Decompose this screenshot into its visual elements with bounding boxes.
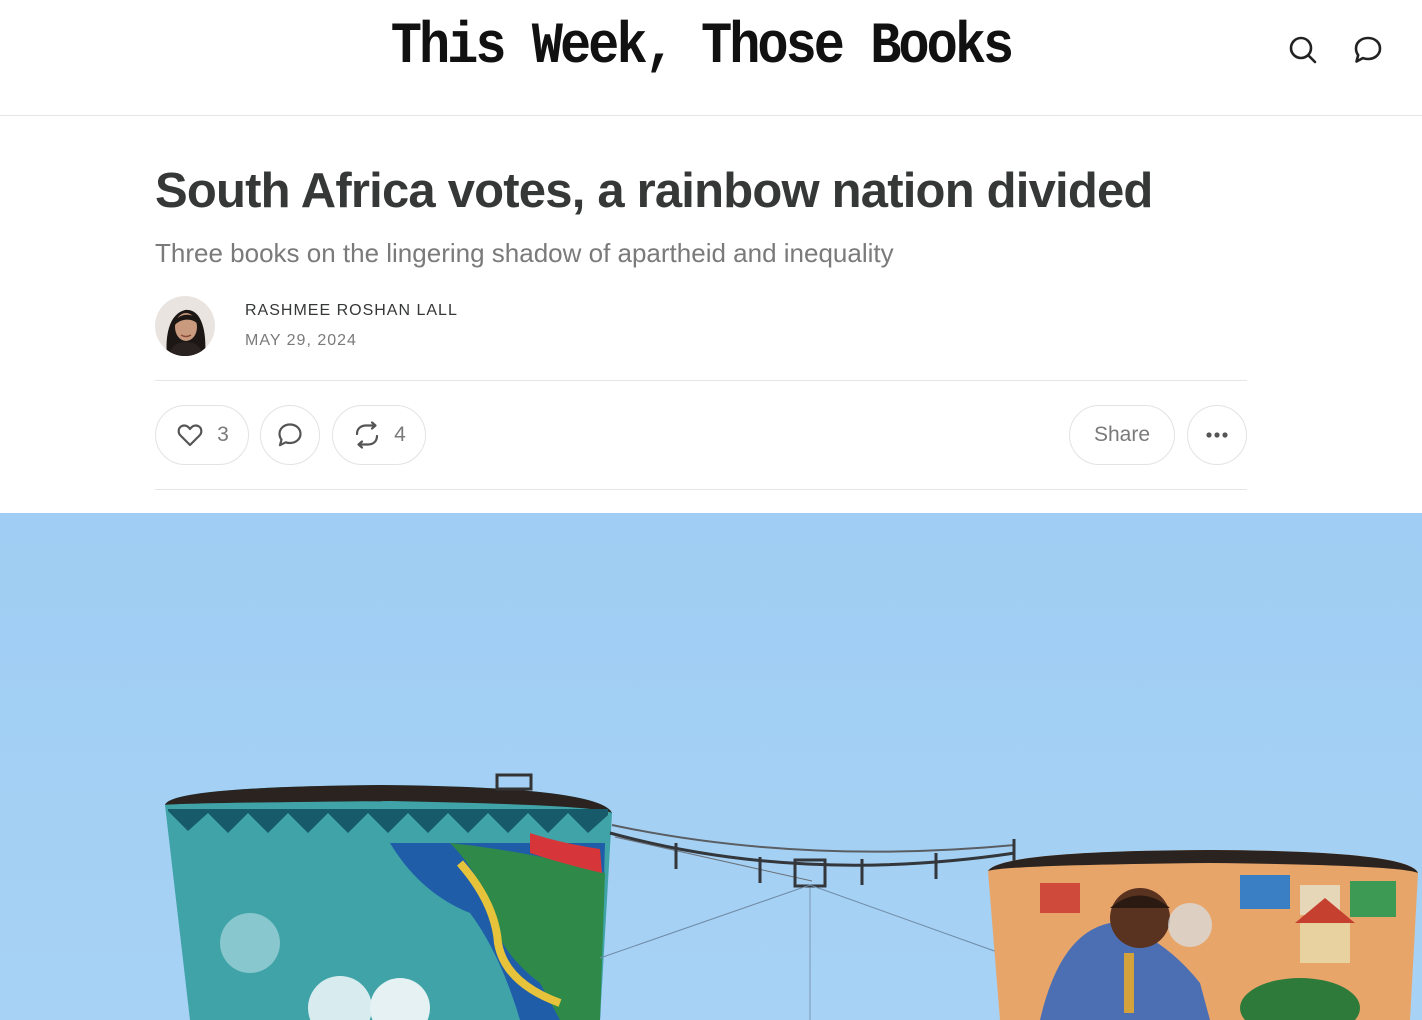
hero-image — [0, 513, 1422, 1020]
comment-button[interactable] — [260, 405, 320, 465]
heart-icon — [177, 424, 203, 447]
more-options-button[interactable] — [1187, 405, 1247, 465]
chat-bubble-icon — [278, 423, 302, 447]
restack-count: 4 — [394, 423, 406, 446]
post-date: MAY 29, 2024 — [245, 332, 357, 349]
author-name[interactable]: RASHMEE ROSHAN LALL — [245, 302, 458, 320]
search-button[interactable] — [1285, 32, 1321, 68]
more-dots-icon — [1206, 432, 1228, 438]
like-count: 3 — [217, 423, 229, 446]
site-title[interactable]: This Week, Those Books — [0, 14, 1402, 80]
share-button[interactable]: Share — [1069, 405, 1175, 465]
site-header: This Week, Those Books — [0, 0, 1422, 116]
comments-button[interactable] — [1350, 32, 1386, 68]
author-avatar[interactable] — [155, 296, 215, 356]
chat-bubble-icon — [1354, 36, 1382, 63]
restack-icon — [356, 421, 379, 449]
like-button[interactable]: 3 — [155, 405, 249, 465]
post-title: South Africa votes, a rainbow nation div… — [155, 164, 1153, 218]
divider — [155, 489, 1247, 490]
divider — [155, 380, 1247, 381]
search-icon — [1289, 36, 1317, 64]
restack-button[interactable]: 4 — [332, 405, 426, 465]
post-subtitle: Three books on the lingering shadow of a… — [155, 238, 894, 268]
